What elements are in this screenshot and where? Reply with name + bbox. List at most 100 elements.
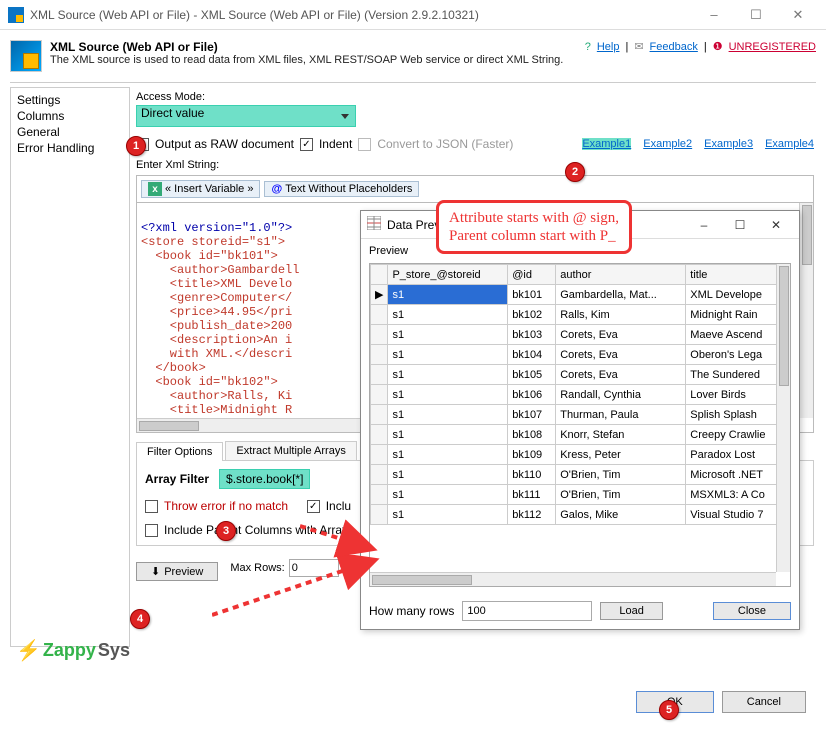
table-row[interactable]: ▶s1bk101Gambardella, Mat...XML Develope — [371, 285, 790, 305]
cell[interactable]: bk103 — [508, 325, 556, 345]
grid-h-scrollbar[interactable] — [370, 572, 776, 586]
sidebar-item-settings[interactable]: Settings — [15, 92, 125, 108]
cell[interactable]: bk105 — [508, 365, 556, 385]
throw-error-checkbox[interactable] — [145, 500, 158, 513]
cell[interactable]: Microsoft .NET — [686, 465, 790, 485]
cell[interactable]: Corets, Eva — [556, 325, 686, 345]
table-row[interactable]: s1bk105Corets, EvaThe Sundered — [371, 365, 790, 385]
dialog-maximize-button[interactable]: ☐ — [723, 214, 757, 236]
cell[interactable]: XML Develope — [686, 285, 790, 305]
cell[interactable]: s1 — [388, 325, 508, 345]
cell[interactable]: bk111 — [508, 485, 556, 505]
cell[interactable]: Kress, Peter — [556, 445, 686, 465]
dialog-close-button[interactable]: ✕ — [759, 214, 793, 236]
example3-link[interactable]: Example3 — [704, 138, 753, 150]
cell[interactable]: Corets, Eva — [556, 345, 686, 365]
cell[interactable]: bk112 — [508, 505, 556, 525]
cancel-button[interactable]: Cancel — [722, 691, 806, 713]
example4-link[interactable]: Example4 — [765, 138, 814, 150]
grid-col-2[interactable]: author — [556, 265, 686, 285]
array-filter-input[interactable]: $.store.book[*] — [219, 469, 310, 489]
example2-link[interactable]: Example2 — [643, 138, 692, 150]
insert-variable-button[interactable]: x « Insert Variable » — [141, 180, 260, 198]
cell[interactable]: bk107 — [508, 405, 556, 425]
include-parent-checkbox[interactable] — [145, 524, 158, 537]
cell[interactable]: s1 — [388, 505, 508, 525]
cell[interactable]: Splish Splash — [686, 405, 790, 425]
cell[interactable]: MSXML3: A Co — [686, 485, 790, 505]
table-row[interactable]: s1bk106Randall, CynthiaLover Birds — [371, 385, 790, 405]
cell[interactable]: s1 — [388, 445, 508, 465]
cell[interactable]: bk106 — [508, 385, 556, 405]
indent-checkbox[interactable] — [300, 138, 313, 151]
include-checkbox[interactable] — [307, 500, 320, 513]
cell[interactable]: s1 — [388, 405, 508, 425]
preview-grid[interactable]: P_store_@storeid @id author title ▶s1bk1… — [369, 263, 791, 587]
minimize-button[interactable]: – — [694, 1, 734, 29]
cell[interactable]: O'Brien, Tim — [556, 485, 686, 505]
cell[interactable]: Creepy Crawlie — [686, 425, 790, 445]
preview-button[interactable]: ⬇ Preview — [136, 562, 218, 581]
cell[interactable]: bk104 — [508, 345, 556, 365]
cell[interactable]: O'Brien, Tim — [556, 465, 686, 485]
cell[interactable]: The Sundered — [686, 365, 790, 385]
grid-col-0[interactable]: P_store_@storeid — [388, 265, 508, 285]
tab-extract-multiple-arrays[interactable]: Extract Multiple Arrays — [225, 441, 356, 460]
load-button[interactable]: Load — [600, 602, 662, 620]
cell[interactable]: Visual Studio 7 — [686, 505, 790, 525]
cell[interactable]: s1 — [388, 425, 508, 445]
table-row[interactable]: s1bk108Knorr, StefanCreepy Crawlie — [371, 425, 790, 445]
cell[interactable]: Gambardella, Mat... — [556, 285, 686, 305]
cell[interactable]: s1 — [388, 305, 508, 325]
table-row[interactable]: s1bk107Thurman, PaulaSplish Splash — [371, 405, 790, 425]
cell[interactable]: s1 — [388, 365, 508, 385]
cell[interactable]: bk102 — [508, 305, 556, 325]
xml-v-scrollbar[interactable] — [799, 203, 813, 418]
cell[interactable]: Galos, Mike — [556, 505, 686, 525]
tab-filter-options[interactable]: Filter Options — [136, 442, 223, 461]
cell[interactable]: s1 — [388, 465, 508, 485]
cell[interactable]: bk109 — [508, 445, 556, 465]
cell[interactable]: s1 — [388, 345, 508, 365]
table-row[interactable]: s1bk109Kress, PeterParadox Lost — [371, 445, 790, 465]
cell[interactable]: Ralls, Kim — [556, 305, 686, 325]
unregistered-link[interactable]: UNREGISTERED — [729, 41, 816, 53]
cell[interactable]: Lover Birds — [686, 385, 790, 405]
dialog-close-footer-button[interactable]: Close — [713, 602, 791, 620]
cell[interactable]: Paradox Lost — [686, 445, 790, 465]
cell[interactable]: s1 — [388, 285, 508, 305]
cell[interactable]: s1 — [388, 385, 508, 405]
grid-col-1[interactable]: @id — [508, 265, 556, 285]
grid-col-3[interactable]: title — [686, 265, 790, 285]
help-link[interactable]: Help — [597, 41, 620, 53]
cell[interactable]: Midnight Rain — [686, 305, 790, 325]
sidebar-item-general[interactable]: General — [15, 124, 125, 140]
cell[interactable]: Maeve Ascend — [686, 325, 790, 345]
cell[interactable]: Thurman, Paula — [556, 405, 686, 425]
table-row[interactable]: s1bk111O'Brien, TimMSXML3: A Co — [371, 485, 790, 505]
table-row[interactable]: s1bk103Corets, EvaMaeve Ascend — [371, 325, 790, 345]
cell[interactable]: Randall, Cynthia — [556, 385, 686, 405]
sidebar-item-error-handling[interactable]: Error Handling — [15, 140, 125, 156]
text-without-placeholders-button[interactable]: @ Text Without Placeholders — [264, 181, 419, 197]
grid-v-scrollbar[interactable] — [776, 264, 790, 572]
table-row[interactable]: s1bk110O'Brien, TimMicrosoft .NET — [371, 465, 790, 485]
table-row[interactable]: s1bk112Galos, MikeVisual Studio 7 — [371, 505, 790, 525]
table-row[interactable]: s1bk102Ralls, KimMidnight Rain — [371, 305, 790, 325]
cell[interactable]: bk108 — [508, 425, 556, 445]
cell[interactable]: bk110 — [508, 465, 556, 485]
cell[interactable]: bk101 — [508, 285, 556, 305]
access-mode-dropdown[interactable]: Direct value — [136, 105, 356, 127]
cell[interactable]: Oberon's Lega — [686, 345, 790, 365]
example1-link[interactable]: Example1 — [582, 138, 631, 150]
table-row[interactable]: s1bk104Corets, EvaOberon's Lega — [371, 345, 790, 365]
cell[interactable]: Knorr, Stefan — [556, 425, 686, 445]
dialog-minimize-button[interactable]: – — [687, 214, 721, 236]
feedback-link[interactable]: Feedback — [650, 41, 698, 53]
cell[interactable]: s1 — [388, 485, 508, 505]
close-button[interactable]: ✕ — [778, 1, 818, 29]
sidebar-item-columns[interactable]: Columns — [15, 108, 125, 124]
maximize-button[interactable]: ☐ — [736, 1, 776, 29]
cell[interactable]: Corets, Eva — [556, 365, 686, 385]
how-many-rows-input[interactable] — [462, 601, 592, 621]
